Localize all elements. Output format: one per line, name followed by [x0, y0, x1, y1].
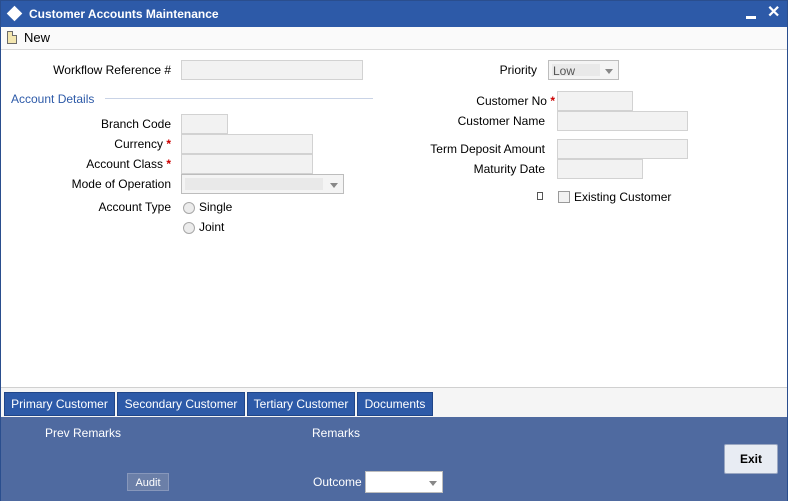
account-type-joint-radio[interactable] [183, 222, 195, 234]
customer-name-input[interactable] [557, 111, 688, 131]
customer-no-input[interactable] [557, 91, 633, 111]
chevron-down-icon [330, 183, 338, 188]
priority-label: Priority [499, 63, 537, 77]
customer-no-label-text: Customer No [476, 94, 547, 108]
footer-panel: Prev Remarks Remarks Audit Outcome Exit [1, 417, 787, 501]
workflow-reference-input[interactable] [181, 60, 363, 80]
branch-code-input[interactable] [181, 114, 228, 134]
currency-label-text: Currency [114, 137, 163, 151]
mode-of-operation-value [185, 178, 323, 190]
customer-no-label: Customer No * [421, 94, 555, 108]
workflow-reference-label: Workflow Reference # [53, 63, 171, 77]
close-icon[interactable]: ✕ [767, 3, 780, 23]
maturity-date-label: Maturity Date [473, 162, 545, 176]
chevron-down-icon [605, 69, 613, 74]
chevron-down-icon [429, 481, 437, 486]
tab-tertiary-customer[interactable]: Tertiary Customer [247, 392, 355, 416]
audit-button[interactable]: Audit [127, 473, 169, 491]
customer-tabs: Primary Customer Secondary Customer Tert… [1, 387, 787, 417]
account-type-joint-label: Joint [199, 220, 225, 234]
section-divider [105, 98, 373, 99]
account-type-single-radio[interactable] [183, 202, 195, 214]
mode-of-operation-select[interactable] [181, 174, 344, 194]
required-mark: * [166, 137, 171, 151]
mode-of-operation-label: Mode of Operation [71, 177, 171, 191]
currency-label: Currency * [21, 137, 171, 151]
branch-code-label: Branch Code [100, 117, 171, 131]
minimize-icon[interactable] [746, 16, 756, 19]
toolbar: New [1, 27, 787, 50]
customer-accounts-window: Customer Accounts Maintenance ✕ New Work… [0, 0, 788, 501]
title-bar: Customer Accounts Maintenance ✕ [1, 1, 787, 27]
priority-value: Low [553, 64, 576, 78]
new-document-icon[interactable] [7, 31, 17, 44]
account-type-label: Account Type [98, 200, 172, 214]
window-title: Customer Accounts Maintenance [29, 7, 219, 21]
prev-remarks-label: Prev Remarks [45, 426, 122, 440]
maturity-date-input[interactable] [557, 159, 643, 179]
priority-select[interactable]: Low [548, 60, 619, 80]
tab-primary-customer[interactable]: Primary Customer [4, 392, 115, 416]
required-mark: * [550, 94, 555, 108]
customer-name-label: Customer Name [457, 114, 545, 128]
account-details-section-title: Account Details [11, 92, 95, 106]
account-type-single-label: Single [199, 200, 233, 214]
account-class-label: Account Class * [21, 157, 171, 171]
required-mark: * [166, 157, 171, 171]
currency-input[interactable] [181, 134, 313, 154]
tab-documents[interactable]: Documents [357, 392, 433, 416]
existing-customer-label: Existing Customer [574, 190, 672, 204]
account-class-label-text: Account Class [86, 157, 163, 171]
exit-button[interactable]: Exit [724, 444, 778, 474]
outcome-select[interactable] [365, 471, 443, 493]
existing-customer-checkbox[interactable] [558, 191, 570, 203]
remarks-label: Remarks [312, 426, 361, 440]
term-deposit-amount-input[interactable] [557, 139, 688, 159]
outcome-label: Outcome [313, 475, 362, 489]
account-class-input[interactable] [181, 154, 313, 174]
diamond-logo-icon [6, 5, 23, 22]
tab-secondary-customer[interactable]: Secondary Customer [117, 392, 245, 416]
term-deposit-amount-label: Term Deposit Amount [430, 142, 545, 156]
new-button[interactable]: New [24, 30, 50, 45]
small-square-icon [537, 192, 543, 200]
